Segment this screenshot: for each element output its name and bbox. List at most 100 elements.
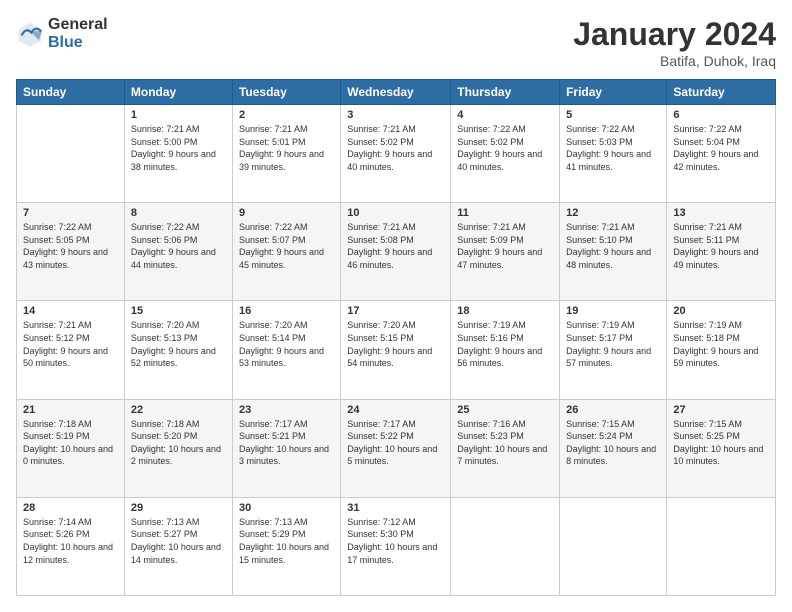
day-info: Sunrise: 7:18 AMSunset: 5:20 PMDaylight:… bbox=[131, 418, 226, 468]
day-number: 9 bbox=[239, 207, 334, 219]
day-number: 1 bbox=[131, 109, 226, 121]
day-info: Sunrise: 7:12 AMSunset: 5:30 PMDaylight:… bbox=[347, 516, 444, 566]
day-number: 6 bbox=[673, 109, 769, 121]
calendar-title: January 2024 bbox=[573, 16, 776, 53]
calendar-week-row: 28 Sunrise: 7:14 AMSunset: 5:26 PMDayligh… bbox=[17, 497, 776, 595]
day-number: 20 bbox=[673, 305, 769, 317]
day-number: 14 bbox=[23, 305, 118, 317]
day-info: Sunrise: 7:21 AMSunset: 5:08 PMDaylight:… bbox=[347, 221, 444, 271]
day-info: Sunrise: 7:21 AMSunset: 5:00 PMDaylight:… bbox=[131, 123, 226, 173]
day-info: Sunrise: 7:21 AMSunset: 5:11 PMDaylight:… bbox=[673, 221, 769, 271]
day-info: Sunrise: 7:19 AMSunset: 5:17 PMDaylight:… bbox=[566, 319, 660, 369]
day-info: Sunrise: 7:22 AMSunset: 5:05 PMDaylight:… bbox=[23, 221, 118, 271]
day-number: 11 bbox=[457, 207, 553, 219]
table-row: 12 Sunrise: 7:21 AMSunset: 5:10 PMDayligh… bbox=[560, 203, 667, 301]
logo: General Blue bbox=[16, 16, 108, 51]
day-number: 21 bbox=[23, 404, 118, 416]
day-info: Sunrise: 7:22 AMSunset: 5:04 PMDaylight:… bbox=[673, 123, 769, 173]
day-info: Sunrise: 7:22 AMSunset: 5:02 PMDaylight:… bbox=[457, 123, 553, 173]
th-friday: Friday bbox=[560, 80, 667, 105]
day-number: 25 bbox=[457, 404, 553, 416]
th-thursday: Thursday bbox=[451, 80, 560, 105]
day-number: 19 bbox=[566, 305, 660, 317]
day-number: 4 bbox=[457, 109, 553, 121]
table-row: 14Sunrise: 7:21 AMSunset: 5:12 PMDayligh… bbox=[17, 301, 125, 399]
table-row: 25 Sunrise: 7:16 AMSunset: 5:23 PMDayligh… bbox=[451, 399, 560, 497]
day-info: Sunrise: 7:14 AMSunset: 5:26 PMDaylight:… bbox=[23, 516, 118, 566]
day-number: 2 bbox=[239, 109, 334, 121]
day-number: 22 bbox=[131, 404, 226, 416]
day-number: 13 bbox=[673, 207, 769, 219]
calendar-subtitle: Batifa, Duhok, Iraq bbox=[573, 53, 776, 69]
table-row: 15Sunrise: 7:20 AMSunset: 5:13 PMDayligh… bbox=[124, 301, 232, 399]
day-number: 31 bbox=[347, 502, 444, 514]
day-number: 30 bbox=[239, 502, 334, 514]
day-number: 18 bbox=[457, 305, 553, 317]
day-number: 16 bbox=[239, 305, 334, 317]
table-row: 7 Sunrise: 7:22 AMSunset: 5:05 PMDaylight… bbox=[17, 203, 125, 301]
table-row: 13 Sunrise: 7:21 AMSunset: 5:11 PMDayligh… bbox=[667, 203, 776, 301]
day-info: Sunrise: 7:16 AMSunset: 5:23 PMDaylight:… bbox=[457, 418, 553, 468]
table-row: 3Sunrise: 7:21 AMSunset: 5:02 PMDaylight… bbox=[341, 105, 451, 203]
day-info: Sunrise: 7:20 AMSunset: 5:15 PMDaylight:… bbox=[347, 319, 444, 369]
logo-blue: Blue bbox=[48, 34, 108, 52]
day-number: 27 bbox=[673, 404, 769, 416]
logo-icon bbox=[16, 20, 44, 48]
day-info: Sunrise: 7:18 AMSunset: 5:19 PMDaylight:… bbox=[23, 418, 118, 468]
table-row: 20Sunrise: 7:19 AMSunset: 5:18 PMDayligh… bbox=[667, 301, 776, 399]
day-number: 17 bbox=[347, 305, 444, 317]
day-info: Sunrise: 7:17 AMSunset: 5:21 PMDaylight:… bbox=[239, 418, 334, 468]
table-row bbox=[451, 497, 560, 595]
title-section: January 2024 Batifa, Duhok, Iraq bbox=[573, 16, 776, 69]
day-info: Sunrise: 7:22 AMSunset: 5:03 PMDaylight:… bbox=[566, 123, 660, 173]
table-row: 10 Sunrise: 7:21 AMSunset: 5:08 PMDayligh… bbox=[341, 203, 451, 301]
table-row bbox=[667, 497, 776, 595]
table-row: 29Sunrise: 7:13 AMSunset: 5:27 PMDayligh… bbox=[124, 497, 232, 595]
day-number: 15 bbox=[131, 305, 226, 317]
day-number: 29 bbox=[131, 502, 226, 514]
day-info: Sunrise: 7:13 AMSunset: 5:29 PMDaylight:… bbox=[239, 516, 334, 566]
day-number: 28 bbox=[23, 502, 118, 514]
day-info: Sunrise: 7:22 AMSunset: 5:07 PMDaylight:… bbox=[239, 221, 334, 271]
day-number: 12 bbox=[566, 207, 660, 219]
table-row: 2 Sunrise: 7:21 AMSunset: 5:01 PMDaylight… bbox=[232, 105, 340, 203]
table-row: 28 Sunrise: 7:14 AMSunset: 5:26 PMDayligh… bbox=[17, 497, 125, 595]
table-row: 1 Sunrise: 7:21 AMSunset: 5:00 PMDaylight… bbox=[124, 105, 232, 203]
table-row: 5 Sunrise: 7:22 AMSunset: 5:03 PMDaylight… bbox=[560, 105, 667, 203]
day-number: 26 bbox=[566, 404, 660, 416]
table-row: 16Sunrise: 7:20 AMSunset: 5:14 PMDayligh… bbox=[232, 301, 340, 399]
table-row bbox=[560, 497, 667, 595]
table-row: 9 Sunrise: 7:22 AMSunset: 5:07 PMDaylight… bbox=[232, 203, 340, 301]
table-row: 8Sunrise: 7:22 AMSunset: 5:06 PMDaylight… bbox=[124, 203, 232, 301]
day-number: 5 bbox=[566, 109, 660, 121]
day-info: Sunrise: 7:21 AMSunset: 5:10 PMDaylight:… bbox=[566, 221, 660, 271]
table-row: 26 Sunrise: 7:15 AMSunset: 5:24 PMDayligh… bbox=[560, 399, 667, 497]
table-row: 23Sunrise: 7:17 AMSunset: 5:21 PMDayligh… bbox=[232, 399, 340, 497]
day-info: Sunrise: 7:21 AMSunset: 5:01 PMDaylight:… bbox=[239, 123, 334, 173]
th-wednesday: Wednesday bbox=[341, 80, 451, 105]
header-row: Sunday Monday Tuesday Wednesday Thursday… bbox=[17, 80, 776, 105]
calendar-week-row: 7 Sunrise: 7:22 AMSunset: 5:05 PMDaylight… bbox=[17, 203, 776, 301]
table-row: 17 Sunrise: 7:20 AMSunset: 5:15 PMDayligh… bbox=[341, 301, 451, 399]
day-number: 24 bbox=[347, 404, 444, 416]
th-sunday: Sunday bbox=[17, 80, 125, 105]
day-info: Sunrise: 7:22 AMSunset: 5:06 PMDaylight:… bbox=[131, 221, 226, 271]
calendar-week-row: 21 Sunrise: 7:18 AMSunset: 5:19 PMDayligh… bbox=[17, 399, 776, 497]
day-info: Sunrise: 7:19 AMSunset: 5:16 PMDaylight:… bbox=[457, 319, 553, 369]
day-number: 10 bbox=[347, 207, 444, 219]
day-info: Sunrise: 7:15 AMSunset: 5:25 PMDaylight:… bbox=[673, 418, 769, 468]
table-row: 19 Sunrise: 7:19 AMSunset: 5:17 PMDayligh… bbox=[560, 301, 667, 399]
day-number: 7 bbox=[23, 207, 118, 219]
day-info: Sunrise: 7:15 AMSunset: 5:24 PMDaylight:… bbox=[566, 418, 660, 468]
calendar-week-row: 1 Sunrise: 7:21 AMSunset: 5:00 PMDaylight… bbox=[17, 105, 776, 203]
table-row: 18 Sunrise: 7:19 AMSunset: 5:16 PMDayligh… bbox=[451, 301, 560, 399]
th-saturday: Saturday bbox=[667, 80, 776, 105]
th-tuesday: Tuesday bbox=[232, 80, 340, 105]
table-row bbox=[17, 105, 125, 203]
calendar-table: Sunday Monday Tuesday Wednesday Thursday… bbox=[16, 79, 776, 596]
logo-text: General Blue bbox=[48, 16, 108, 51]
table-row: 6 Sunrise: 7:22 AMSunset: 5:04 PMDaylight… bbox=[667, 105, 776, 203]
day-info: Sunrise: 7:21 AMSunset: 5:02 PMDaylight:… bbox=[347, 123, 444, 173]
table-row: 31 Sunrise: 7:12 AMSunset: 5:30 PMDayligh… bbox=[341, 497, 451, 595]
header: General Blue January 2024 Batifa, Duhok,… bbox=[16, 16, 776, 69]
